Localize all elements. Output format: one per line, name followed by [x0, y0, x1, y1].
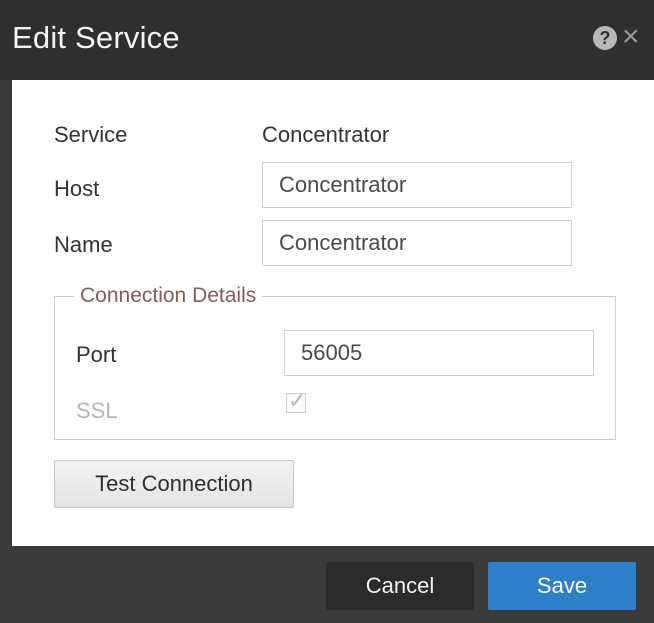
ssl-label: SSL — [76, 398, 118, 423]
connection-details-legend: Connection Details — [74, 284, 263, 308]
host-input[interactable]: Concentrator — [262, 162, 572, 208]
dialog-body: Service Concentrator Host Concentrator N… — [12, 80, 654, 546]
service-value: Concentrator — [262, 122, 390, 147]
test-connection-button[interactable]: Test Connection — [54, 460, 294, 508]
host-label: Host — [54, 176, 100, 201]
dialog-footer: Cancel Save — [0, 546, 654, 623]
save-button[interactable]: Save — [488, 562, 636, 610]
dialog-title: Edit Service — [12, 20, 180, 55]
name-input[interactable]: Concentrator — [262, 220, 572, 266]
ssl-checkbox[interactable]: ✓ — [286, 388, 306, 413]
name-label: Name — [54, 232, 113, 257]
port-input[interactable]: 56005 — [284, 330, 594, 376]
edit-service-dialog: Edit Service ? × Service Concentrator Ho… — [0, 0, 654, 623]
port-label: Port — [76, 342, 117, 367]
cancel-button[interactable]: Cancel — [326, 562, 474, 610]
service-label: Service — [54, 122, 128, 147]
dialog-titlebar: Edit Service ? × — [0, 0, 654, 80]
help-icon[interactable]: ? — [593, 26, 617, 50]
close-icon[interactable]: × — [622, 20, 640, 54]
checkmark-icon: ✓ — [288, 388, 307, 413]
